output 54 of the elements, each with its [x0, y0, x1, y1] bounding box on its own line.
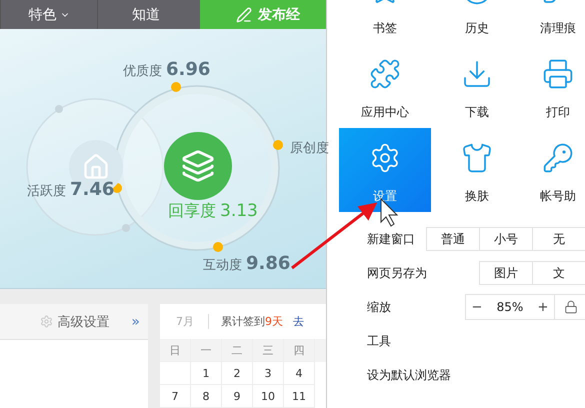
home-icon — [69, 140, 123, 194]
settings-icon — [369, 142, 401, 174]
menu-tile[interactable]: 换肤 — [431, 128, 523, 212]
menu-item[interactable]: 工具 — [367, 332, 391, 350]
shirt-icon — [461, 142, 493, 174]
metric-value: 9.86 — [246, 253, 290, 274]
lock-icon — [564, 300, 578, 314]
metric-label: 优质度 — [123, 63, 162, 80]
menu-tile[interactable]: 帐号助 — [523, 128, 585, 212]
menu-tile[interactable]: 历史 — [431, 0, 523, 44]
date-cell[interactable]: 9 — [222, 385, 253, 408]
checkin-count: 9天 — [265, 314, 283, 329]
metric-label: 原创度 — [290, 140, 329, 158]
menu-tile[interactable]: 应用中心 — [339, 44, 431, 128]
metric-label: 互动度 — [203, 257, 242, 274]
menu-tile[interactable]: 打印 — [523, 44, 585, 128]
pen-icon — [236, 6, 252, 23]
zoom-value: 85% — [496, 300, 524, 314]
checkin-label: 累计签到 — [221, 314, 265, 329]
menu-item[interactable]: 设为默认浏览器 — [367, 366, 451, 384]
nav-label[interactable]: 知道 — [132, 6, 160, 24]
metric-label: 回享度 — [168, 201, 216, 222]
zoom-in-button[interactable]: + — [532, 300, 554, 314]
menu-item[interactable]: 新建窗口 — [367, 230, 415, 248]
date-cell[interactable]: 11 — [284, 385, 315, 408]
menu-item[interactable]: 网页另存为 — [367, 264, 427, 282]
more-link[interactable]: » — [131, 314, 140, 330]
option-button[interactable]: 小号 — [479, 227, 533, 251]
menu-item[interactable]: 缩放 — [367, 298, 391, 316]
metric-value: 6.96 — [166, 59, 210, 80]
zoom-out-button[interactable]: − — [466, 300, 488, 314]
checkin-link[interactable]: 去 — [293, 314, 304, 329]
panel-title: 高级设置 — [57, 314, 110, 330]
menu-tile[interactable]: 清理痕 — [523, 0, 585, 44]
key-icon — [542, 142, 574, 174]
puzzle-icon — [369, 58, 401, 90]
menu-tile[interactable]: 下载 — [431, 44, 523, 128]
metric-value: 7.46 — [70, 179, 114, 200]
option-button[interactable]: 文 — [532, 261, 585, 285]
month-label: 7月 — [160, 314, 209, 329]
option-button[interactable]: 普通 — [426, 227, 480, 251]
menu-tile[interactable]: 设置 — [339, 128, 431, 212]
download-icon — [461, 58, 493, 90]
date-cell[interactable]: 10 — [253, 385, 284, 408]
date-cell[interactable]: 8 — [191, 385, 222, 408]
metric-value: 3.13 — [220, 201, 258, 222]
option-button[interactable]: 无 — [532, 227, 585, 251]
nav-label[interactable]: 特色 — [28, 6, 56, 24]
printer-icon — [542, 58, 574, 90]
date-cell[interactable]: 7 — [160, 385, 191, 408]
option-button[interactable]: 图片 — [479, 261, 533, 285]
metric-label: 活跃度 — [27, 183, 66, 200]
gear-icon — [40, 315, 54, 328]
menu-tile[interactable]: 书签 — [339, 0, 431, 44]
